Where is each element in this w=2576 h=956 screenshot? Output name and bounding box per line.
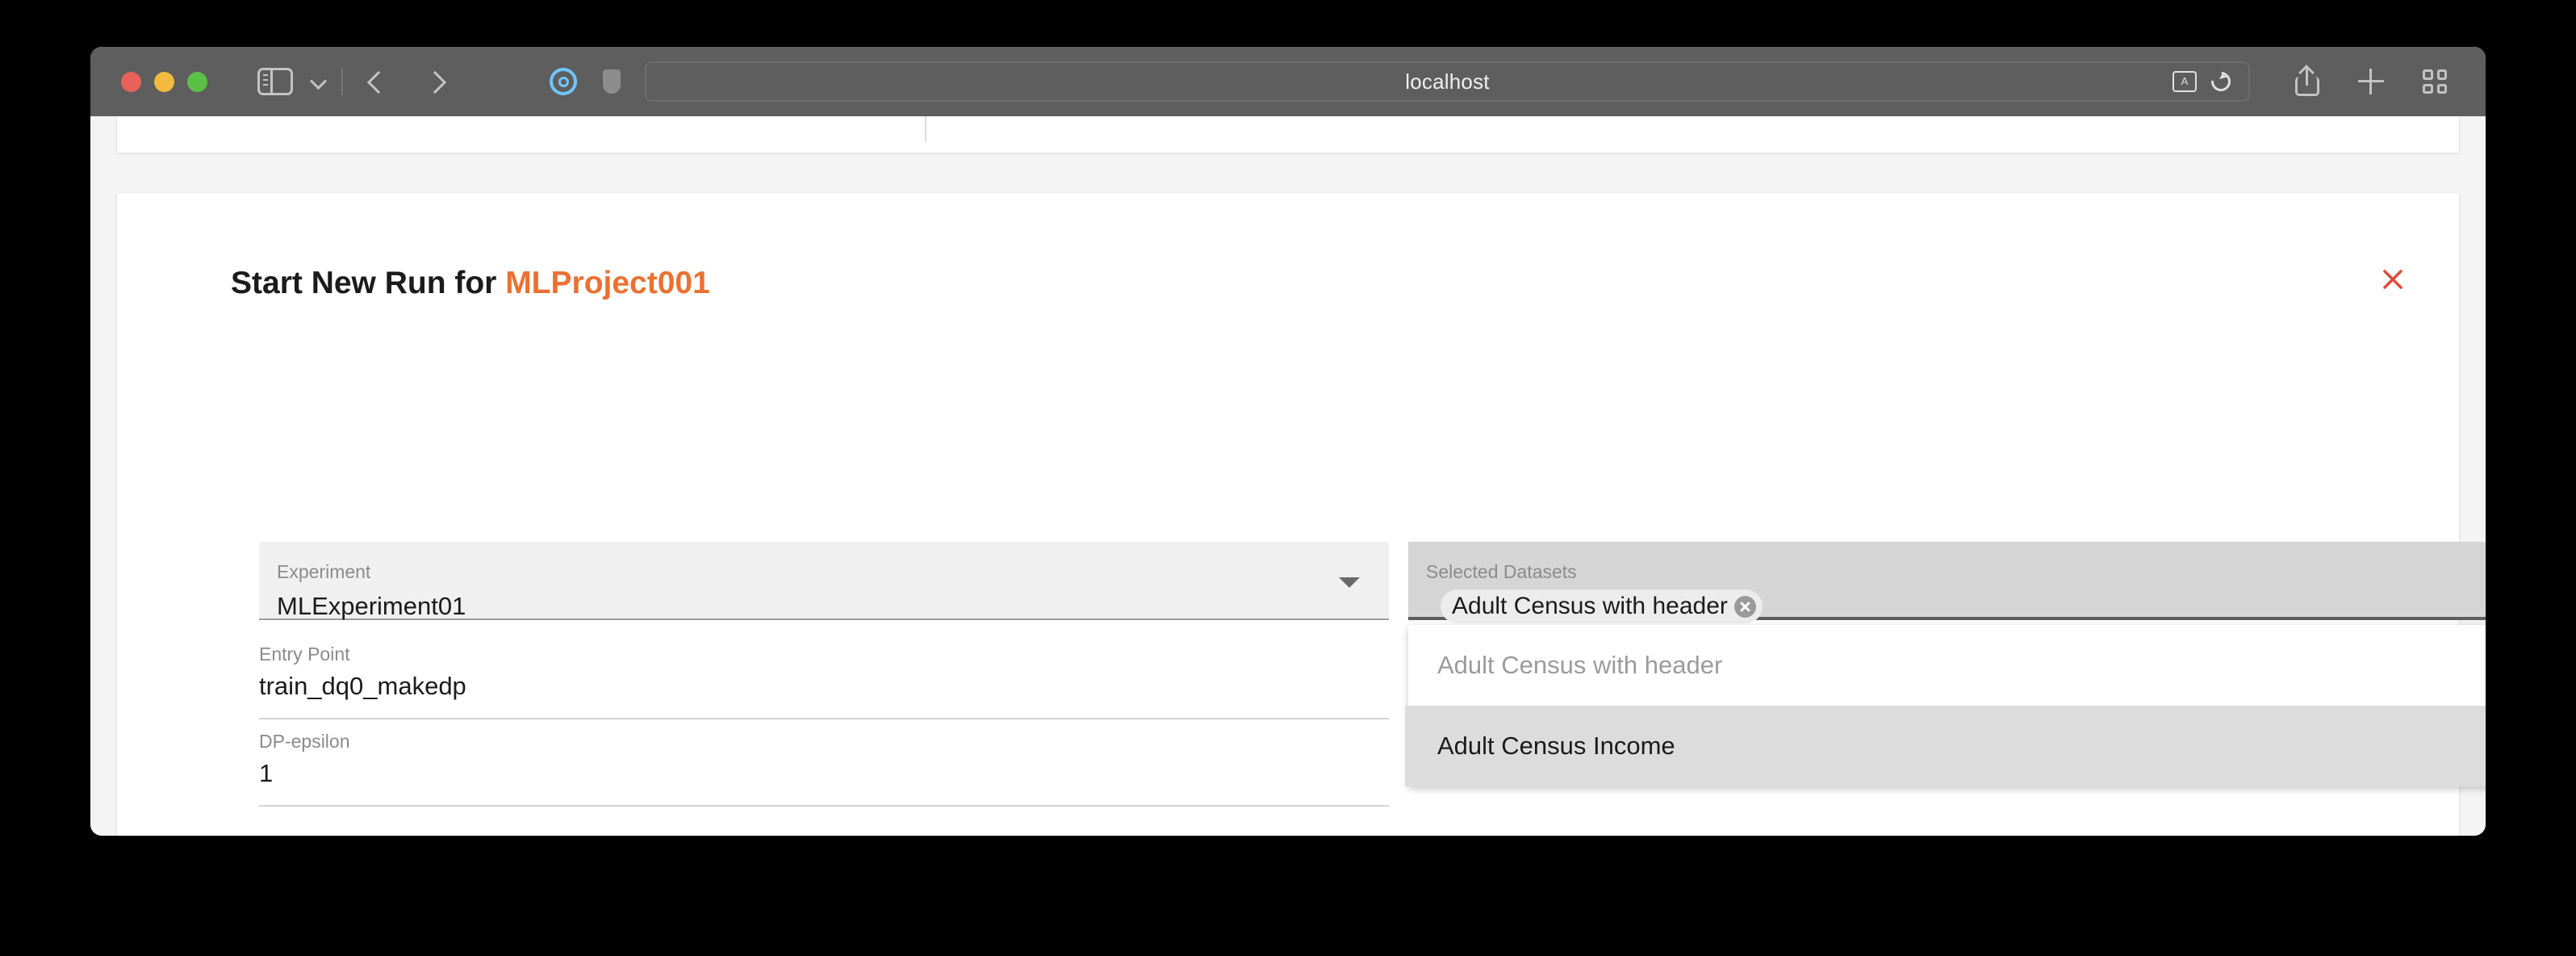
close-icon[interactable] [2375,262,2411,297]
close-window-button[interactable] [121,71,141,92]
dp-epsilon-label: DP-epsilon [259,731,350,752]
reload-icon[interactable] [2207,68,2235,95]
close-icon[interactable] [1733,595,1756,618]
project-name: MLProject001 [505,266,710,300]
sidebar-lines-icon [263,74,268,86]
chevron-down-icon[interactable] [311,73,327,90]
experiment-label: Experiment [277,561,371,582]
dp-epsilon-field[interactable]: DP-epsilon 1 [259,732,1389,807]
dropdown-option-adult-census-with-header[interactable]: Adult Census with header [1408,625,2486,706]
dataset-chip-label: Adult Census with header [1452,593,1728,619]
tab-overview-icon[interactable] [2423,69,2447,94]
entry-point-value: train_dq0_makedp [259,672,466,700]
experiment-select[interactable]: Experiment MLExperiment01 [259,542,1389,620]
page-title: Start New Run for MLProject001 [231,266,710,301]
page-content: Start New Run for MLProject001 Experimen… [90,116,2486,836]
toolbar-divider [341,68,343,95]
entry-point-field[interactable]: Entry Point train_dq0_makedp [259,645,1389,719]
chevron-down-icon[interactable] [1339,577,1360,588]
reader-mode-icon[interactable] [550,68,577,95]
experiment-value: MLExperiment01 [277,592,466,620]
dropdown-option-label: Adult Census Income [1437,732,1675,760]
window-traffic-lights [121,71,207,92]
sidebar-icon[interactable] [257,68,293,95]
translate-icon[interactable]: A [2172,71,2197,92]
forward-arrow-icon[interactable] [425,71,446,92]
dropdown-option-adult-census-income[interactable]: Adult Census Income [1405,706,2486,786]
selected-datasets-label: Selected Datasets [1426,561,1577,582]
back-arrow-icon[interactable] [366,71,387,92]
toolbar-right-actions [2295,67,2447,96]
partial-card-divider [925,116,926,142]
selected-datasets-select[interactable]: Selected Datasets Adult Census with head… [1408,542,2486,623]
navigation-arrows [366,71,446,92]
share-icon[interactable] [2295,67,2319,96]
dp-epsilon-value: 1 [259,759,274,787]
zoom-window-button[interactable] [187,71,207,92]
minimize-window-button[interactable] [154,71,174,92]
plus-icon[interactable] [2358,69,2384,94]
url-text: localhost [1405,69,1490,94]
entry-point-label: Entry Point [259,644,350,665]
page-title-prefix: Start New Run for [231,266,506,300]
address-bar-actions: A [2172,63,2235,100]
privacy-shield-icon[interactable] [603,69,621,94]
start-new-run-card: Start New Run for MLProject001 Experimen… [117,193,2486,836]
browser-toolbar: localhost A [90,47,2486,116]
browser-window: localhost A Start New Run for MLProject0… [90,47,2486,836]
datasets-dropdown-menu: Adult Census with header Adult Census In… [1405,625,2486,786]
address-bar[interactable]: localhost A [645,61,2250,102]
dataset-chip[interactable]: Adult Census with header [1441,589,1763,623]
partial-card-above [117,116,2459,153]
dropdown-option-label: Adult Census with header [1437,651,1723,679]
resulting-command-text: python -m dq0.makedp --module-path=my_mo… [456,835,1090,836]
resulting-command: Resulting command: python -m dq0.makedp … [259,835,1090,836]
resulting-command-prefix: Resulting command: [259,835,456,836]
